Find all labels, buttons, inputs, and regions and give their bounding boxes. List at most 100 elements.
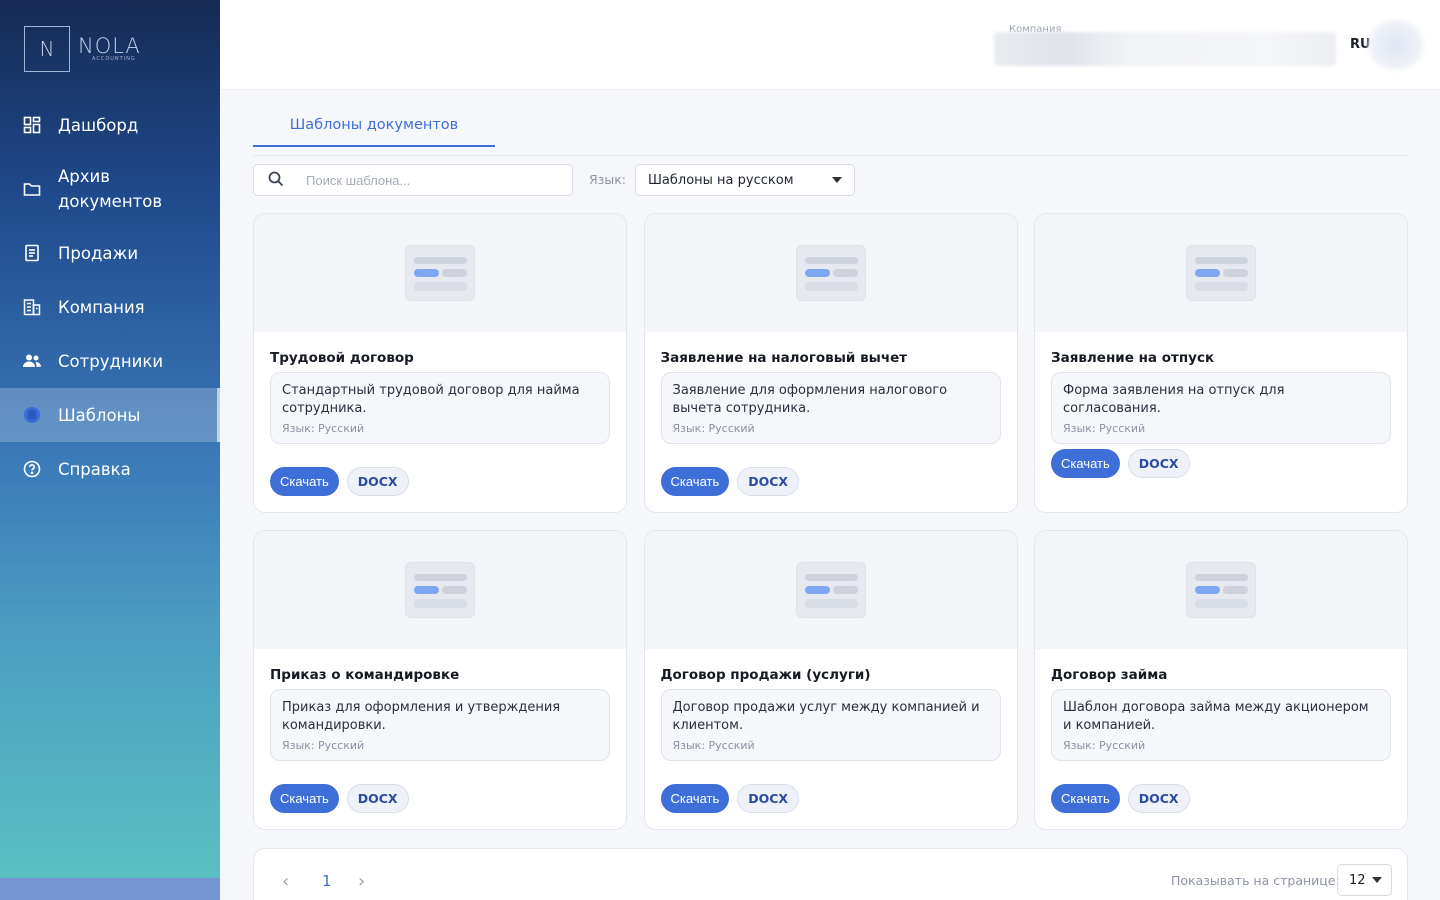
sidebar-item-company[interactable]: Компания	[0, 280, 220, 334]
template-title: Трудовой договор	[270, 350, 414, 366]
per-page-value: 12	[1349, 872, 1366, 888]
template-thumbnail-icon	[405, 245, 475, 301]
chevron-right-icon[interactable]: ›	[358, 871, 365, 892]
template-description: Форма заявления на отпуск для согласован…	[1063, 383, 1285, 416]
people-icon	[22, 351, 42, 371]
template-thumbnail-icon	[795, 245, 866, 301]
avatar[interactable]	[1368, 20, 1424, 70]
pagination-bar: ‹ 1 › Показывать на странице: 12	[253, 848, 1408, 900]
template-description-box: Приказ для оформления и утверждения кома…	[270, 689, 610, 761]
template-language: Язык: Русский	[1063, 739, 1146, 752]
template-language: Язык: Русский	[282, 739, 365, 752]
logo-mark: N	[24, 26, 70, 72]
template-card: Заявление на отпуск Форма заявления на о…	[1034, 213, 1408, 513]
download-button[interactable]: Скачать	[270, 784, 339, 813]
brand-subtitle: ACCOUNTING	[92, 56, 136, 62]
brand-name: NOLA	[78, 34, 141, 58]
download-button[interactable]: Скачать	[660, 467, 730, 496]
template-icon	[22, 405, 42, 425]
search-field[interactable]	[253, 164, 573, 196]
templates-grid: Трудовой договор Стандартный трудовой до…	[253, 213, 1408, 830]
sidebar-item-label: Компания	[58, 297, 145, 317]
dashboard-icon	[22, 115, 42, 135]
help-icon	[22, 459, 42, 479]
template-card: Приказ о командировке Приказ для оформле…	[253, 530, 627, 830]
app-logo[interactable]: N NOLA ACCOUNTING	[24, 26, 141, 72]
language-filter-value: Шаблоны на русском	[648, 172, 794, 188]
tab-document-templates[interactable]: Шаблоны документов	[253, 104, 495, 147]
template-card: Договор продажи (услуги) Договор продажи…	[643, 530, 1018, 830]
template-language: Язык: Русский	[672, 739, 755, 752]
building-icon	[22, 297, 42, 317]
template-card: Договор займа Шаблон договора займа межд…	[1034, 530, 1408, 830]
template-title: Договор продажи (услуги)	[660, 667, 871, 683]
template-language: Язык: Русский	[282, 422, 365, 435]
sidebar-item-label: Дашборд	[58, 115, 139, 135]
template-card: Трудовой договор Стандартный трудовой до…	[253, 213, 627, 513]
sidebar: N NOLA ACCOUNTING Дашборд Архив документ…	[0, 0, 220, 900]
format-badge: DOCX	[1127, 784, 1190, 813]
sidebar-item-label: Шаблоны	[58, 405, 141, 425]
page-number[interactable]: 1	[322, 872, 332, 890]
format-badge: DOCX	[346, 784, 409, 813]
template-language: Язык: Русский	[672, 422, 755, 435]
receipt-icon	[22, 243, 42, 263]
template-preview	[644, 214, 1017, 332]
language-filter-label: Язык:	[589, 172, 626, 187]
top-header: Компания RU	[220, 0, 1440, 90]
sidebar-item-dashboard[interactable]: Дашборд	[0, 98, 220, 152]
template-description: Приказ для оформления и утверждения кома…	[282, 700, 561, 733]
download-button[interactable]: Скачать	[660, 784, 730, 813]
search-input[interactable]	[306, 172, 546, 188]
download-button[interactable]: Скачать	[1051, 784, 1120, 813]
download-button[interactable]: Скачать	[270, 467, 339, 496]
sidebar-item-employees[interactable]: Сотрудники	[0, 334, 220, 388]
template-description: Договор продажи услуг между компанией и …	[672, 700, 980, 733]
chevron-down-icon	[1372, 877, 1382, 883]
sidebar-item-label: Продажи	[58, 243, 139, 263]
sidebar-item-sales[interactable]: Продажи	[0, 226, 220, 280]
template-preview	[254, 214, 626, 332]
template-thumbnail-icon	[795, 562, 866, 618]
template-description-box: Шаблон договора займа между акционером и…	[1051, 689, 1391, 761]
download-button[interactable]: Скачать	[1051, 449, 1120, 478]
template-thumbnail-icon	[1186, 562, 1256, 618]
template-preview	[1035, 214, 1407, 332]
template-description-box: Форма заявления на отпуск для согласован…	[1051, 372, 1391, 444]
sidebar-item-templates[interactable]: Шаблоны	[0, 388, 220, 442]
template-title: Приказ о командировке	[270, 667, 460, 683]
template-preview	[254, 531, 626, 649]
template-description: Шаблон договора займа между акционером и…	[1063, 700, 1369, 733]
template-title: Заявление на отпуск	[1051, 350, 1215, 366]
template-description-box: Заявление для оформления налогового выче…	[660, 372, 1001, 444]
language-filter-select[interactable]: Шаблоны на русском	[635, 164, 855, 196]
sidebar-item-archive[interactable]: Архив документов	[0, 152, 220, 226]
chevron-left-icon[interactable]: ‹	[282, 871, 289, 892]
sidebar-item-label: Справка	[58, 459, 131, 479]
template-description-box: Договор продажи услуг между компанией и …	[660, 689, 1001, 761]
format-badge: DOCX	[346, 467, 409, 496]
sidebar-item-help[interactable]: Справка	[0, 442, 220, 496]
per-page-select[interactable]: 12	[1337, 864, 1392, 896]
sidebar-item-label: Сотрудники	[58, 351, 164, 371]
folder-icon	[22, 179, 42, 199]
template-language: Язык: Русский	[1063, 422, 1146, 435]
template-preview	[1035, 531, 1407, 649]
sidebar-footer-bar	[0, 878, 220, 900]
format-badge: DOCX	[737, 467, 800, 496]
search-icon	[268, 171, 286, 189]
template-thumbnail-icon	[405, 562, 475, 618]
template-title: Договор займа	[1051, 667, 1168, 683]
template-title: Заявление на налоговый вычет	[660, 350, 908, 366]
template-description-box: Стандартный трудовой договор для найма с…	[270, 372, 610, 444]
template-preview	[644, 531, 1017, 649]
chevron-down-icon	[832, 177, 842, 183]
per-page-label: Показывать на странице:	[1171, 873, 1340, 888]
sidebar-item-label: Архив документов	[58, 167, 163, 211]
company-select[interactable]	[994, 32, 1336, 66]
format-badge: DOCX	[737, 784, 800, 813]
template-description: Заявление для оформления налогового выче…	[672, 383, 948, 416]
sidebar-nav: Дашборд Архив документов Продажи Компани…	[0, 98, 220, 496]
format-badge: DOCX	[1127, 449, 1190, 478]
template-thumbnail-icon	[1186, 245, 1256, 301]
